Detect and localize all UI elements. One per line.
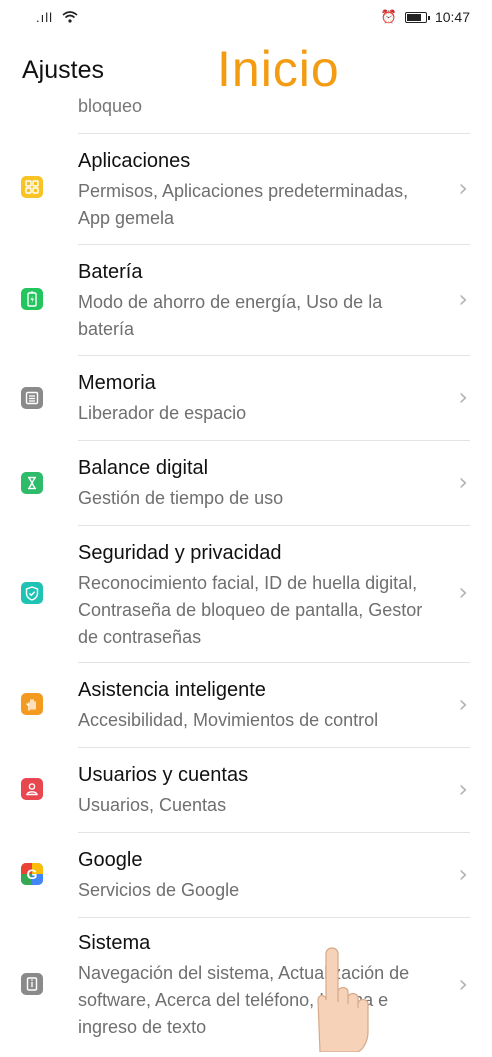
user-icon <box>21 778 43 800</box>
battery-status-icon <box>404 11 430 23</box>
item-title: Balance digital <box>78 457 209 479</box>
hourglass-icon <box>21 472 43 494</box>
svg-text:G: G <box>27 866 38 882</box>
storage-icon <box>21 387 43 409</box>
chevron-right-icon: › <box>458 174 468 202</box>
item-title: Batería <box>78 261 143 283</box>
item-subtitle: Modo de ahorro de energía, Uso de la bat… <box>78 292 383 339</box>
settings-item-balance-digital[interactable]: Balance digital Gestión de tiempo de uso… <box>0 441 492 525</box>
settings-item-google[interactable]: G Google Servicios de Google › <box>0 833 492 917</box>
item-subtitle: Permisos, Aplicaciones predeterminadas, … <box>78 181 409 228</box>
chevron-right-icon: › <box>458 578 468 606</box>
battery-icon <box>21 288 43 310</box>
item-subtitle: Usuarios, Cuentas <box>78 795 227 815</box>
header: Ajustes Inicio <box>0 40 492 108</box>
item-title: Seguridad y privacidad <box>78 542 282 564</box>
item-subtitle: Gestión de tiempo de uso <box>78 488 284 508</box>
signal-text: .ıll <box>36 10 53 25</box>
status-bar: .ıll ⏰ 10:47 <box>0 0 492 38</box>
item-title: Asistencia inteligente <box>78 679 266 701</box>
item-title: Aplicaciones <box>78 150 191 172</box>
settings-item-bateria[interactable]: Batería Modo de ahorro de energía, Uso d… <box>0 245 492 355</box>
settings-item-asistencia[interactable]: Asistencia inteligente Accesibilidad, Mo… <box>0 663 492 747</box>
settings-item-sistema[interactable]: Sistema Navegación del sistema, Actualiz… <box>0 918 492 1052</box>
alarm-icon: ⏰ <box>380 9 397 24</box>
watermark-text: Inicio <box>217 41 340 97</box>
item-subtitle: Reconocimiento facial, ID de huella digi… <box>78 573 423 647</box>
system-icon <box>21 973 43 995</box>
chevron-right-icon: › <box>458 468 468 496</box>
clipped-subtitle: bloqueo <box>78 96 143 116</box>
item-subtitle: Accesibilidad, Movimientos de control <box>78 710 379 730</box>
chevron-right-icon: › <box>458 860 468 888</box>
settings-item-seguridad[interactable]: Seguridad y privacidad Reconocimiento fa… <box>0 526 492 662</box>
item-title: Google <box>78 849 143 871</box>
settings-item-aplicaciones[interactable]: Aplicaciones Permisos, Aplicaciones pred… <box>0 134 492 244</box>
item-title: Memoria <box>78 372 156 394</box>
hand-icon <box>21 693 43 715</box>
pointing-hand-icon <box>290 940 410 1057</box>
status-time: 10:47 <box>434 9 470 25</box>
item-title: Usuarios y cuentas <box>78 764 249 786</box>
settings-item-usuarios[interactable]: Usuarios y cuentas Usuarios, Cuentas › <box>0 748 492 832</box>
shield-icon <box>21 582 43 604</box>
signal-icon: .ıll <box>36 10 78 25</box>
item-title: Sistema <box>78 932 151 954</box>
chevron-right-icon: › <box>458 285 468 313</box>
wifi-icon <box>62 11 78 23</box>
chevron-right-icon: › <box>458 775 468 803</box>
apps-icon <box>21 176 43 198</box>
item-subtitle: Servicios de Google <box>78 880 240 900</box>
settings-item-memoria[interactable]: Memoria Liberador de espacio › <box>0 356 492 440</box>
chevron-right-icon: › <box>458 383 468 411</box>
google-icon: G <box>21 863 43 885</box>
chevron-right-icon: › <box>458 970 468 998</box>
chevron-right-icon: › <box>458 690 468 718</box>
item-subtitle: Liberador de espacio <box>78 403 247 423</box>
page-title: Ajustes <box>22 56 104 84</box>
status-right: ⏰ 10:47 <box>381 9 470 25</box>
